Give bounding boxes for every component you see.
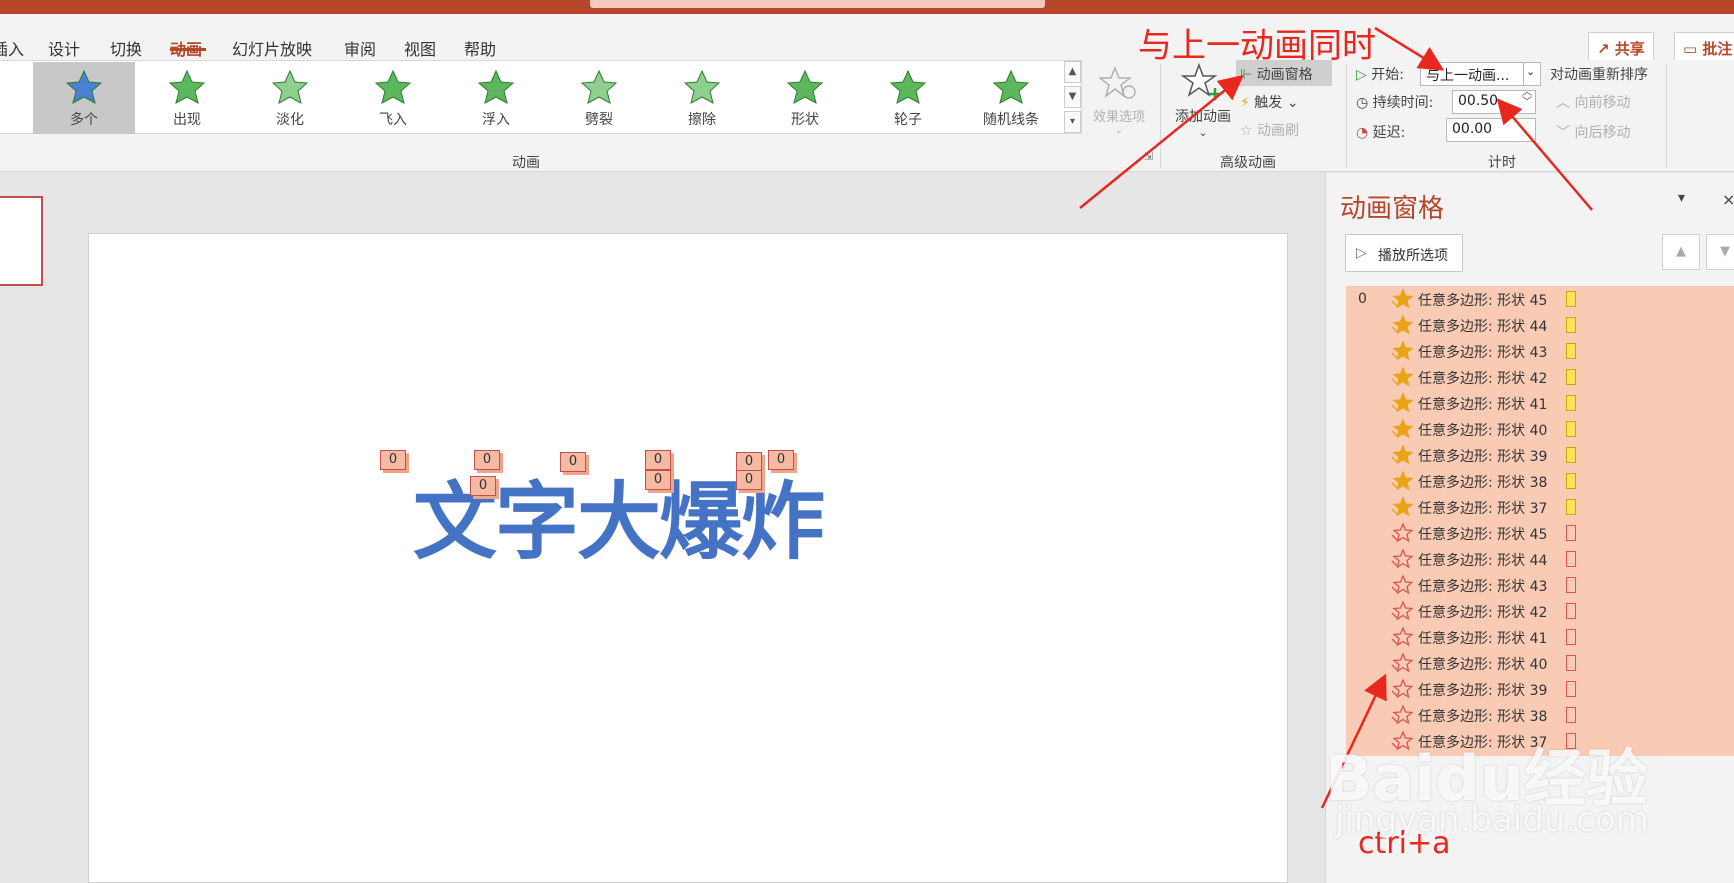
arrow-to-pane-button xyxy=(1079,74,1244,209)
arrow-to-start xyxy=(1374,26,1445,71)
watermark-url: jingyan.baidu.com xyxy=(1335,800,1649,840)
arrow-to-duration xyxy=(1496,98,1593,211)
